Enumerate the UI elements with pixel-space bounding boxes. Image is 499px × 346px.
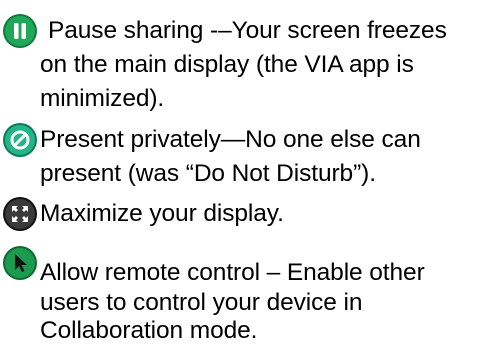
item-text-line: Present privately—No one else can [40,126,421,153]
item-text-line: Collaboration mode. [40,317,258,344]
maximize-icon [3,197,37,231]
item-text-line: minimized). [40,85,165,112]
item-text-line: Pause sharing -–Your screen freezes [48,17,447,44]
present-privately-icon [3,123,37,157]
item-text-line: on the main display (the VIA app is [40,51,414,78]
remote-control-icon [3,246,37,280]
pause-icon [3,14,37,48]
item-text-line: Maximize your display. [40,200,284,227]
item-text-line: users to control your device in [40,289,363,316]
item-text-line: Allow remote control – Enable other [40,259,425,286]
item-text-line: present (was “Do Not Disturb”). [40,160,376,187]
